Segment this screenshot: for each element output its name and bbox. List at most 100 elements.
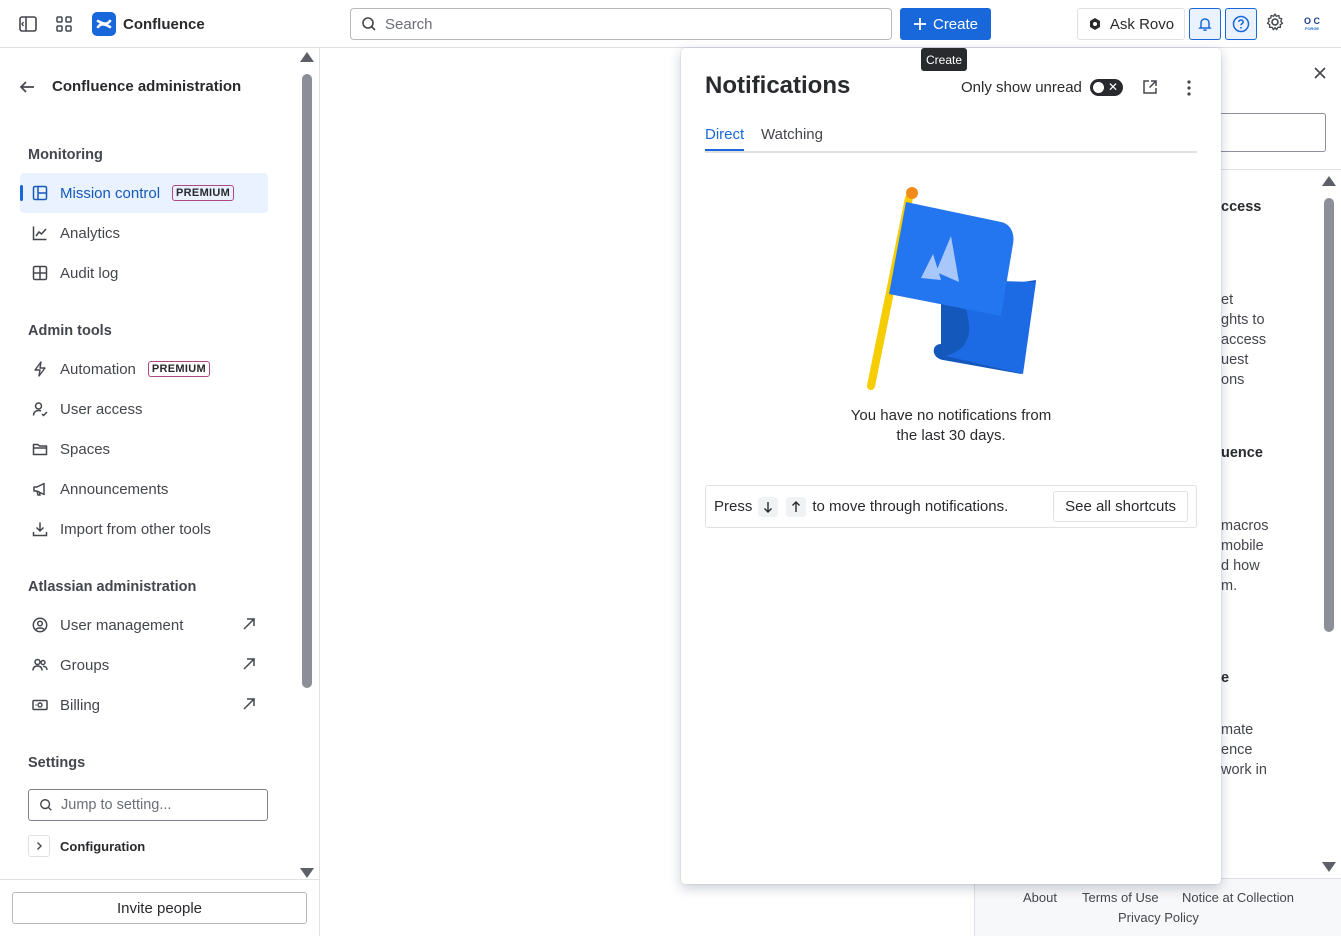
arrow-down-icon [758, 496, 779, 517]
sidebar-header: Confluence administration [18, 78, 241, 95]
help-panel-scrollbar[interactable] [1322, 176, 1336, 872]
sidebar-item-configuration[interactable]: Configuration [28, 835, 145, 857]
help-article-title: ccess [1221, 199, 1262, 215]
help-icon [1232, 15, 1250, 33]
sidebar-item-audit-log[interactable]: Audit log [20, 253, 268, 293]
app-name: Confluence [123, 15, 205, 33]
confluence-logo[interactable]: Confluence [92, 12, 205, 36]
lightning-icon [32, 361, 48, 377]
tab-direct[interactable]: Direct [705, 126, 745, 151]
external-link-icon [242, 697, 256, 715]
help-article-text: macros [1221, 518, 1269, 534]
toggle-knob [1093, 82, 1104, 93]
sidebar-item-import[interactable]: Import from other tools [20, 509, 268, 549]
sidebar-item-label: Automation [60, 360, 136, 378]
section-monitoring: Monitoring [28, 147, 103, 163]
shortcut-text: to move through notifications. [812, 498, 1009, 515]
sidebar-item-billing[interactable]: Billing [20, 685, 268, 725]
megaphone-icon [32, 481, 48, 497]
people-group-icon [32, 657, 48, 673]
search-input[interactable] [385, 15, 891, 33]
see-all-shortcuts-button[interactable]: See all shortcuts [1053, 491, 1188, 522]
empty-message-line: the last 30 days. [896, 427, 1006, 444]
close-icon[interactable] [1313, 66, 1327, 83]
sidebar-scroll-area: Confluence administration Monitoring Mis… [0, 48, 296, 880]
ask-rovo-button[interactable]: Ask Rovo [1077, 8, 1185, 40]
premium-badge: PREMIUM [147, 361, 210, 377]
sidebar-footer-divider [0, 879, 319, 880]
sidebar-item-label: User access [60, 400, 143, 418]
configuration-label: Configuration [60, 838, 146, 854]
help-article-text: mate [1221, 722, 1254, 738]
create-button[interactable]: Create [900, 8, 991, 40]
empty-state-message: You have no notifications from the last … [801, 406, 1101, 446]
scroll-down-arrow[interactable] [300, 868, 314, 878]
external-link-icon [242, 617, 256, 635]
user-circle-icon [32, 617, 48, 633]
empty-flag-illustration [861, 184, 1041, 397]
sidebar-item-label: Announcements [60, 480, 169, 498]
sidebar-item-automation[interactable]: Automation PREMIUM [20, 349, 268, 389]
scroll-up-arrow[interactable] [1322, 176, 1336, 186]
sidebar-item-label: Analytics [60, 224, 121, 242]
bell-icon [1198, 18, 1212, 31]
tab-watching[interactable]: Watching [761, 126, 823, 149]
terms-link[interactable]: Terms of Use [1082, 890, 1159, 905]
settings-gear-icon[interactable] [1265, 12, 1285, 35]
sidebar-item-user-access[interactable]: User access [20, 389, 268, 429]
empty-message-line: You have no notifications from [850, 407, 1052, 424]
sidebar-item-mission-control[interactable]: Mission control PREMIUM [20, 173, 268, 213]
ask-rovo-label: Ask Rovo [1109, 15, 1175, 33]
notifications-tabs: Direct Watching [705, 126, 1197, 153]
sidebar-item-label: Audit log [60, 264, 119, 282]
notifications-panel: Notifications Only show unread ✕ Direct … [681, 48, 1221, 884]
notifications-title: Notifications [705, 72, 851, 99]
scrollbar-thumb[interactable] [302, 74, 312, 688]
confluence-logo-icon [92, 12, 116, 36]
scroll-down-arrow[interactable] [1322, 862, 1336, 872]
arrow-up-icon [786, 496, 807, 517]
sidebar-item-label: Mission control [60, 184, 161, 202]
search-box[interactable] [350, 8, 892, 40]
sidebar-item-announcements[interactable]: Announcements [20, 469, 268, 509]
sidebar-item-user-management[interactable]: User management [20, 605, 268, 645]
notice-link[interactable]: Notice at Collection [1182, 890, 1294, 905]
chevron-right-icon[interactable] [28, 835, 50, 857]
app-switcher-icon[interactable] [52, 12, 76, 36]
sidebar-item-spaces[interactable]: Spaces [20, 429, 268, 469]
search-icon [40, 799, 52, 811]
sidebar-item-groups[interactable]: Groups [20, 645, 268, 685]
section-atlassian-admin: Atlassian administration [28, 579, 197, 595]
search-icon [362, 17, 376, 31]
help-button[interactable] [1225, 8, 1257, 40]
sidebar-scrollbar[interactable] [300, 52, 314, 878]
help-search-input[interactable] [1221, 113, 1326, 152]
sidebar-toggle-icon[interactable] [16, 12, 40, 36]
avatar-initials: O C [1303, 16, 1320, 26]
invite-people-button[interactable]: Invite people [12, 892, 307, 924]
about-link[interactable]: About [1023, 890, 1057, 905]
notifications-button[interactable] [1189, 8, 1221, 40]
rovo-icon [1089, 18, 1100, 30]
sidebar-item-label: Billing [60, 696, 101, 714]
more-options-icon[interactable] [1181, 78, 1197, 101]
open-in-new-tab-icon[interactable] [1142, 79, 1158, 98]
sidebar-item-analytics[interactable]: Analytics [20, 213, 268, 253]
help-article-title: uence [1221, 445, 1263, 461]
sidebar-title: Confluence administration [52, 78, 242, 95]
jump-to-setting-input[interactable] [61, 797, 267, 813]
scroll-up-arrow[interactable] [300, 52, 314, 62]
back-arrow-icon[interactable] [18, 79, 36, 95]
download-icon [32, 521, 48, 537]
section-admin-tools: Admin tools [28, 323, 112, 339]
jump-to-setting-box[interactable] [28, 789, 268, 821]
user-avatar[interactable]: O C FORGE [1299, 12, 1325, 36]
scrollbar-thumb[interactable] [1324, 198, 1334, 632]
sidebar-item-label: Import from other tools [60, 520, 211, 538]
help-article-text: work in [1221, 762, 1267, 778]
premium-badge: PREMIUM [172, 185, 235, 201]
only-unread-toggle[interactable]: ✕ [1090, 79, 1123, 96]
section-settings: Settings [28, 755, 86, 771]
privacy-link[interactable]: Privacy Policy [1118, 910, 1199, 925]
help-article-text: et [1221, 292, 1234, 308]
